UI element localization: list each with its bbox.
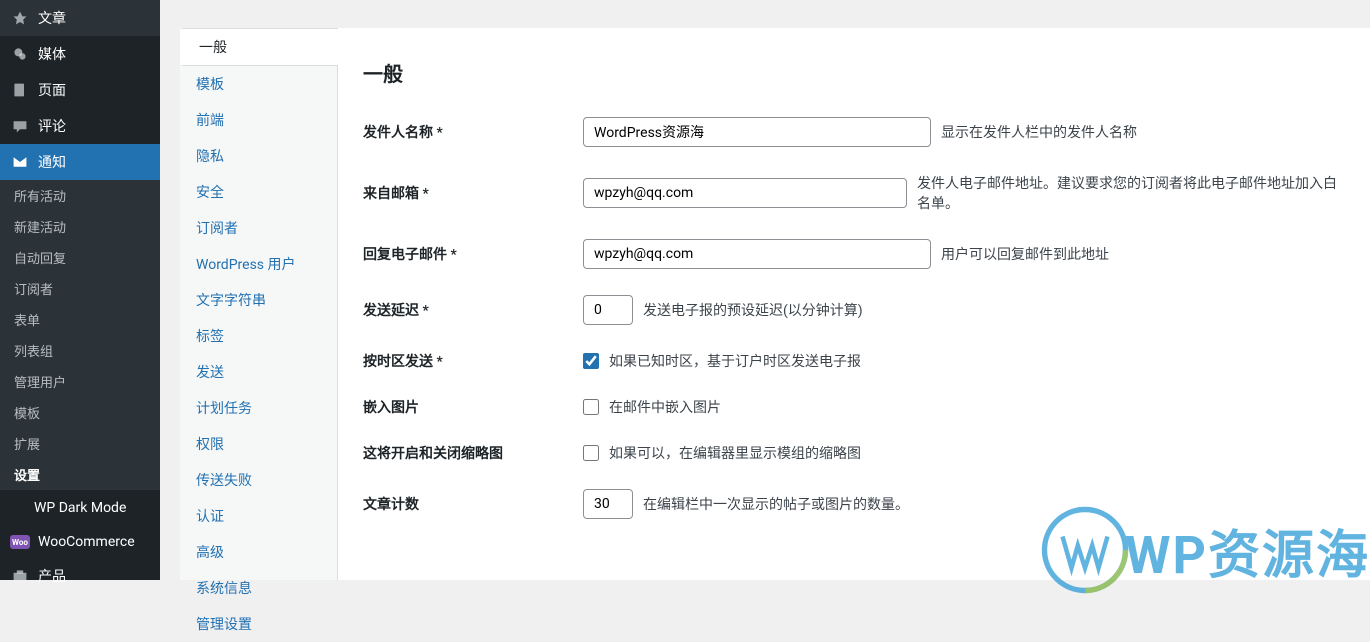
tab-cron[interactable]: 计划任务 — [180, 390, 337, 426]
label-embed-images: 嵌入图片 — [363, 397, 583, 417]
nav-posts[interactable]: 文章 — [0, 0, 160, 36]
nav-products-label: 产品 — [38, 566, 66, 586]
label-thumbnails: 这将开启和关闭缩略图 — [363, 443, 583, 463]
nav-notifications-label: 通知 — [38, 152, 66, 172]
nav-media-label: 媒体 — [38, 44, 66, 64]
page-title: 一般 — [363, 58, 1345, 87]
label-from-email: 来自邮箱 * — [363, 183, 583, 203]
nav-woocommerce-label: WooCommerce — [38, 534, 135, 550]
nav-pages-label: 页面 — [38, 80, 66, 100]
comment-icon — [10, 118, 30, 134]
desc-post-count: 在编辑栏中一次显示的帖子或图片的数量。 — [643, 494, 909, 514]
row-reply-email: 回复电子邮件 * 用户可以回复邮件到此地址 — [363, 239, 1345, 269]
label-send-delay: 发送延迟 * — [363, 300, 583, 320]
subnav-subscribers[interactable]: 订阅者 — [0, 273, 160, 304]
envelope-icon — [10, 154, 30, 170]
admin-sidebar: 文章 媒体 页面 评论 通知 所有活动 新建活动 自动回复 订阅者 表单 列表组… — [0, 0, 160, 580]
nav-dark-mode[interactable]: WP Dark Mode — [0, 490, 160, 526]
label-sender-name: 发件人名称 * — [363, 122, 583, 142]
subnav-auto-reply[interactable]: 自动回复 — [0, 242, 160, 273]
settings-content: 一般 发件人名称 * 显示在发件人栏中的发件人名称 来自邮箱 * 发件人电子邮件… — [338, 28, 1370, 580]
row-timezone: 按时区发送 * 如果已知时区，基于订户时区发送电子报 — [363, 351, 1345, 371]
tab-frontend[interactable]: 前端 — [180, 102, 337, 138]
input-from-email[interactable] — [583, 178, 907, 208]
row-embed-images: 嵌入图片 在邮件中嵌入图片 — [363, 397, 1345, 417]
desc-timezone: 如果已知时区，基于订户时区发送电子报 — [609, 351, 861, 371]
nav-comments[interactable]: 评论 — [0, 108, 160, 144]
subnav-forms[interactable]: 表单 — [0, 304, 160, 335]
label-post-count: 文章计数 — [363, 494, 583, 514]
checkbox-thumbnails[interactable] — [583, 445, 599, 461]
subnav-settings[interactable]: 设置 — [0, 459, 160, 490]
tab-system-info[interactable]: 系统信息 — [180, 570, 337, 606]
nav-dark-mode-label: WP Dark Mode — [34, 500, 126, 516]
products-icon — [10, 568, 30, 584]
row-sender-name: 发件人名称 * 显示在发件人栏中的发件人名称 — [363, 117, 1345, 147]
input-post-count[interactable] — [583, 489, 633, 519]
nav-pages[interactable]: 页面 — [0, 72, 160, 108]
nav-products[interactable]: 产品 — [0, 558, 160, 594]
tab-subscribers[interactable]: 订阅者 — [180, 210, 337, 246]
checkbox-embed-images[interactable] — [583, 399, 599, 415]
tab-template[interactable]: 模板 — [180, 66, 337, 102]
pin-icon — [10, 10, 30, 26]
tab-admin-settings[interactable]: 管理设置 — [180, 606, 337, 642]
row-send-delay: 发送延迟 * 发送电子报的预设延迟(以分钟计算) — [363, 295, 1345, 325]
row-post-count: 文章计数 在编辑栏中一次显示的帖子或图片的数量。 — [363, 489, 1345, 519]
tab-delivery-fail[interactable]: 传送失败 — [180, 462, 337, 498]
tab-advanced[interactable]: 高级 — [180, 534, 337, 570]
tab-text-strings[interactable]: 文字字符串 — [180, 282, 337, 318]
moon-icon — [10, 498, 26, 518]
tab-tags[interactable]: 标签 — [180, 318, 337, 354]
desc-reply-email: 用户可以回复邮件到此地址 — [941, 244, 1109, 264]
subnav-new-activity[interactable]: 新建活动 — [0, 211, 160, 242]
desc-from-email: 发件人电子邮件地址。建议要求您的订阅者将此电子邮件地址加入白名单。 — [917, 173, 1345, 213]
tab-general[interactable]: 一般 — [180, 28, 338, 66]
woo-icon: Woo — [10, 535, 30, 549]
tab-auth[interactable]: 认证 — [180, 498, 337, 534]
label-timezone: 按时区发送 * — [363, 351, 583, 371]
settings-tabs: 一般 模板 前端 隐私 安全 订阅者 WordPress 用户 文字字符串 标签… — [180, 28, 338, 580]
desc-embed-images: 在邮件中嵌入图片 — [609, 397, 721, 417]
desc-send-delay: 发送电子报的预设延迟(以分钟计算) — [643, 300, 863, 320]
nav-woocommerce[interactable]: Woo WooCommerce — [0, 526, 160, 558]
subnav-lists[interactable]: 列表组 — [0, 335, 160, 366]
nav-media[interactable]: 媒体 — [0, 36, 160, 72]
row-thumbnails: 这将开启和关闭缩略图 如果可以，在编辑器里显示模组的缩略图 — [363, 443, 1345, 463]
input-send-delay[interactable] — [583, 295, 633, 325]
media-icon — [10, 46, 30, 62]
checkbox-timezone[interactable] — [583, 353, 599, 369]
desc-sender-name: 显示在发件人栏中的发件人名称 — [941, 122, 1137, 142]
nav-posts-label: 文章 — [38, 8, 66, 28]
subnav-extensions[interactable]: 扩展 — [0, 428, 160, 459]
sub-nav: 所有活动 新建活动 自动回复 订阅者 表单 列表组 管理用户 模板 扩展 设置 — [0, 180, 160, 490]
tab-wp-users[interactable]: WordPress 用户 — [180, 246, 337, 282]
tab-privacy[interactable]: 隐私 — [180, 138, 337, 174]
nav-notifications[interactable]: 通知 — [0, 144, 160, 180]
input-reply-email[interactable] — [583, 239, 931, 269]
tab-permissions[interactable]: 权限 — [180, 426, 337, 462]
page-icon — [10, 82, 30, 98]
row-from-email: 来自邮箱 * 发件人电子邮件地址。建议要求您的订阅者将此电子邮件地址加入白名单。 — [363, 173, 1345, 213]
desc-thumbnails: 如果可以，在编辑器里显示模组的缩略图 — [609, 443, 861, 463]
tab-security[interactable]: 安全 — [180, 174, 337, 210]
subnav-templates[interactable]: 模板 — [0, 397, 160, 428]
nav-comments-label: 评论 — [38, 116, 66, 136]
subnav-manage-users[interactable]: 管理用户 — [0, 366, 160, 397]
tab-send[interactable]: 发送 — [180, 354, 337, 390]
input-sender-name[interactable] — [583, 117, 931, 147]
subnav-all-activity[interactable]: 所有活动 — [0, 180, 160, 211]
label-reply-email: 回复电子邮件 * — [363, 244, 583, 264]
